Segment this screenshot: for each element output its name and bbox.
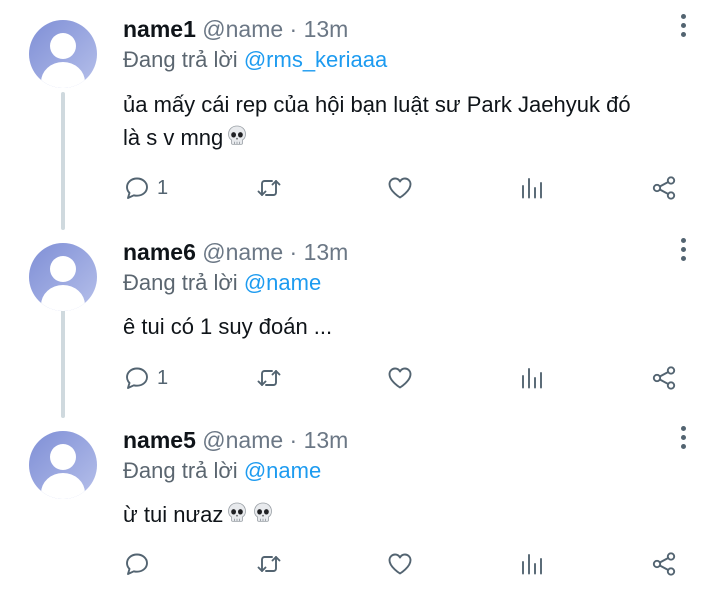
skull-emoji-icon [225, 124, 249, 157]
share-button[interactable] [650, 171, 678, 205]
handle-time: @name · 13m [202, 427, 349, 453]
reply-to-handle[interactable]: @rms_keriaaa [244, 47, 387, 72]
handle-time: @name · 13m [202, 16, 349, 42]
tweet-text-line: là s v mng [123, 125, 224, 150]
tweet-text: ê tui có 1 suy đoán ... [123, 310, 683, 343]
skull-emoji-icon [225, 501, 249, 534]
retweet-icon [257, 370, 281, 386]
analytics-icon [522, 368, 542, 389]
tweet-actions [0, 547, 720, 581]
reply-button[interactable]: 1 [123, 171, 168, 205]
reply-button[interactable]: 1 [123, 361, 168, 395]
avatar[interactable] [29, 243, 97, 311]
avatar[interactable] [29, 20, 97, 88]
skull-emoji-icon [251, 501, 275, 534]
analytics-icon [522, 554, 542, 575]
avatar[interactable] [29, 431, 97, 499]
heart-icon [388, 553, 412, 575]
analytics-button[interactable] [518, 547, 546, 581]
tweet-text: ừ tui nưaz [123, 498, 683, 534]
share-button[interactable] [650, 361, 678, 395]
like-button[interactable] [386, 547, 414, 581]
like-button[interactable] [386, 171, 414, 205]
reply-to-handle[interactable]: @name [244, 458, 321, 483]
tweet-text-line: ừ tui nưaz [123, 502, 224, 527]
replying-label: Đang trả lời [123, 458, 238, 483]
tweet[interactable]: name5 @name · 13m Đang trả lời @name ừ t… [0, 418, 720, 589]
analytics-button[interactable] [518, 361, 546, 395]
retweet-icon [257, 556, 281, 572]
replying-to: Đang trả lời @rms_keriaaa [123, 46, 387, 74]
analytics-icon [522, 178, 542, 199]
heart-icon [388, 367, 412, 389]
more-options-icon[interactable] [672, 426, 696, 454]
retweet-button[interactable] [255, 361, 283, 395]
replying-to: Đang trả lời @name [123, 457, 321, 485]
reply-icon [126, 177, 148, 199]
handle-time: @name · 13m [202, 239, 349, 265]
analytics-button[interactable] [518, 171, 546, 205]
tweet-header: name6 @name · 13m [123, 238, 348, 266]
tweet-actions: 1 [0, 361, 720, 395]
like-button[interactable] [386, 361, 414, 395]
reply-icon [126, 553, 148, 575]
display-name[interactable]: name6 [123, 239, 196, 265]
tweet[interactable]: name1 @name · 13m Đang trả lời @rms_keri… [0, 0, 720, 220]
tweet-header: name5 @name · 13m [123, 426, 348, 454]
reply-count: 1 [157, 176, 169, 199]
reply-to-handle[interactable]: @name [244, 270, 321, 295]
display-name[interactable]: name1 [123, 16, 196, 42]
tweet[interactable]: name6 @name · 13m Đang trả lời @name ê t… [0, 228, 720, 418]
replying-to: Đang trả lời @name [123, 269, 321, 297]
share-icon [652, 552, 676, 576]
retweet-icon [257, 180, 281, 196]
share-icon [652, 366, 676, 390]
reply-icon [126, 367, 148, 389]
tweet-text-line: ủa mấy cái rep của hội bạn luật sư Park … [123, 92, 631, 117]
reply-button[interactable] [123, 547, 157, 581]
tweet-actions: 1 [0, 171, 720, 205]
replying-label: Đang trả lời [123, 47, 238, 72]
heart-icon [388, 177, 412, 199]
share-button[interactable] [650, 547, 678, 581]
retweet-button[interactable] [255, 547, 283, 581]
reply-count: 1 [157, 366, 169, 389]
more-options-icon[interactable] [672, 14, 696, 42]
tweet-header: name1 @name · 13m [123, 15, 348, 43]
tweet-text-line: ê tui có 1 suy đoán ... [123, 314, 333, 339]
display-name[interactable]: name5 [123, 427, 196, 453]
replying-label: Đang trả lời [123, 270, 238, 295]
more-options-icon[interactable] [672, 238, 696, 266]
share-icon [652, 176, 676, 200]
retweet-button[interactable] [255, 171, 283, 205]
tweet-text: ủa mấy cái rep của hội bạn luật sư Park … [123, 88, 683, 157]
